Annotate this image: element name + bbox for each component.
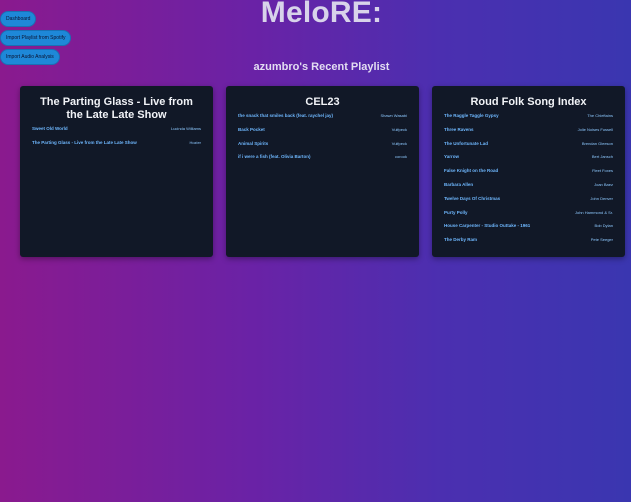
track-row[interactable]: The Raggle Taggle Gypsy The Chieftains — [444, 113, 613, 127]
track-row[interactable]: Animal Spirits Vulfpeck — [238, 141, 407, 155]
track-name[interactable]: Back Pocket — [238, 127, 265, 132]
track-artist: Bert Jansch — [591, 154, 613, 160]
track-artist: The Chieftains — [587, 113, 613, 118]
track-name[interactable]: Three Ravens — [444, 127, 474, 132]
track-artist: corook — [394, 154, 407, 160]
track-artist: Bob Dylan — [594, 223, 613, 229]
track-artist: Fleet Foxes — [592, 168, 613, 174]
track-row[interactable]: Back Pocket Vulfpeck — [238, 127, 407, 141]
import-playlist-button[interactable]: Import Playlist from Spotify — [0, 30, 72, 46]
track-row[interactable]: The Unfortunate Lad Brendan Gleeson — [444, 141, 613, 155]
track-list: the snack that smiles back (feat. rayche… — [226, 113, 419, 168]
track-name[interactable]: Twelve Days Of Christmas — [444, 196, 500, 201]
playlist-card: CEL23 the snack that smiles back (feat. … — [226, 86, 419, 257]
track-row[interactable]: Barbara Allen Joan Baez — [444, 182, 613, 196]
track-row[interactable]: Sweet Old World Lucinda Williams — [32, 126, 201, 140]
track-name[interactable]: Purty Polly — [444, 210, 468, 215]
track-row[interactable]: Yarrow Bert Jansch — [444, 154, 613, 168]
track-artist: Joan Baez — [594, 181, 613, 187]
playlist-card: Roud Folk Song Index The Raggle Taggle G… — [432, 86, 625, 257]
track-list: Sweet Old World Lucinda Williams The Par… — [20, 126, 213, 154]
track-name[interactable]: The Unfortunate Lad — [444, 141, 488, 146]
track-artist: Pete Seeger — [590, 237, 613, 243]
track-name[interactable]: The Raggle Taggle Gypsy — [444, 113, 499, 118]
track-artist: John Denver — [590, 195, 613, 201]
track-name[interactable]: False Knight on the Road — [444, 168, 498, 173]
track-row[interactable]: House Carpenter - Studio Outtake - 1961 … — [444, 223, 613, 237]
track-row[interactable]: The Parting Glass - Live from the Late L… — [32, 140, 201, 154]
playlist-title: CEL23 — [305, 96, 340, 108]
track-name[interactable]: the snack that smiles back (feat. rayche… — [238, 113, 333, 118]
track-artist: Lucinda Williams — [170, 126, 201, 131]
track-name[interactable]: The Derby Ram — [444, 237, 477, 242]
track-row[interactable]: Three Ravens Jolie Noises Fussell — [444, 127, 613, 141]
track-artist: Jolie Noises Fussell — [577, 126, 613, 132]
playlist-card: The Parting Glass - Live from the Late L… — [20, 86, 213, 257]
track-row[interactable]: The Derby Ram Pete Seeger — [444, 237, 613, 251]
track-name[interactable]: Sweet Old World — [32, 126, 68, 131]
track-name[interactable]: Animal Spirits — [238, 141, 268, 146]
track-name[interactable]: Barbara Allen — [444, 182, 473, 187]
playlist-title: Roud Folk Song Index — [470, 96, 587, 108]
track-name[interactable]: Yarrow — [444, 154, 459, 159]
track-artist: Brendan Gleeson — [581, 140, 613, 146]
track-name[interactable]: The Parting Glass - Live from the Late L… — [32, 140, 137, 145]
track-artist: Vulfpeck — [391, 126, 407, 132]
app-title: MeloRE: — [260, 0, 383, 29]
track-artist: John Hammond & Sr. — [574, 209, 613, 215]
track-list: The Raggle Taggle Gypsy The Chieftains T… — [432, 113, 625, 251]
playlist-title: The Parting Glass - Live from the Late L… — [40, 96, 193, 121]
track-artist: Hozier — [189, 139, 201, 145]
track-artist: Vulfpeck — [391, 140, 407, 146]
track-artist: Shawn Wasabi — [380, 113, 407, 118]
track-row[interactable]: False Knight on the Road Fleet Foxes — [444, 168, 613, 182]
track-name[interactable]: if i were a fish (feat. Olivia Barton) — [238, 154, 311, 159]
track-row[interactable]: Twelve Days Of Christmas John Denver — [444, 196, 613, 210]
track-row[interactable]: Purty Polly John Hammond & Sr. — [444, 210, 613, 224]
track-row[interactable]: the snack that smiles back (feat. rayche… — [238, 113, 407, 127]
page-subtitle: azumbro's Recent Playlist — [253, 61, 390, 73]
track-row[interactable]: if i were a fish (feat. Olivia Barton) c… — [238, 154, 407, 168]
track-name[interactable]: House Carpenter - Studio Outtake - 1961 — [444, 223, 530, 228]
